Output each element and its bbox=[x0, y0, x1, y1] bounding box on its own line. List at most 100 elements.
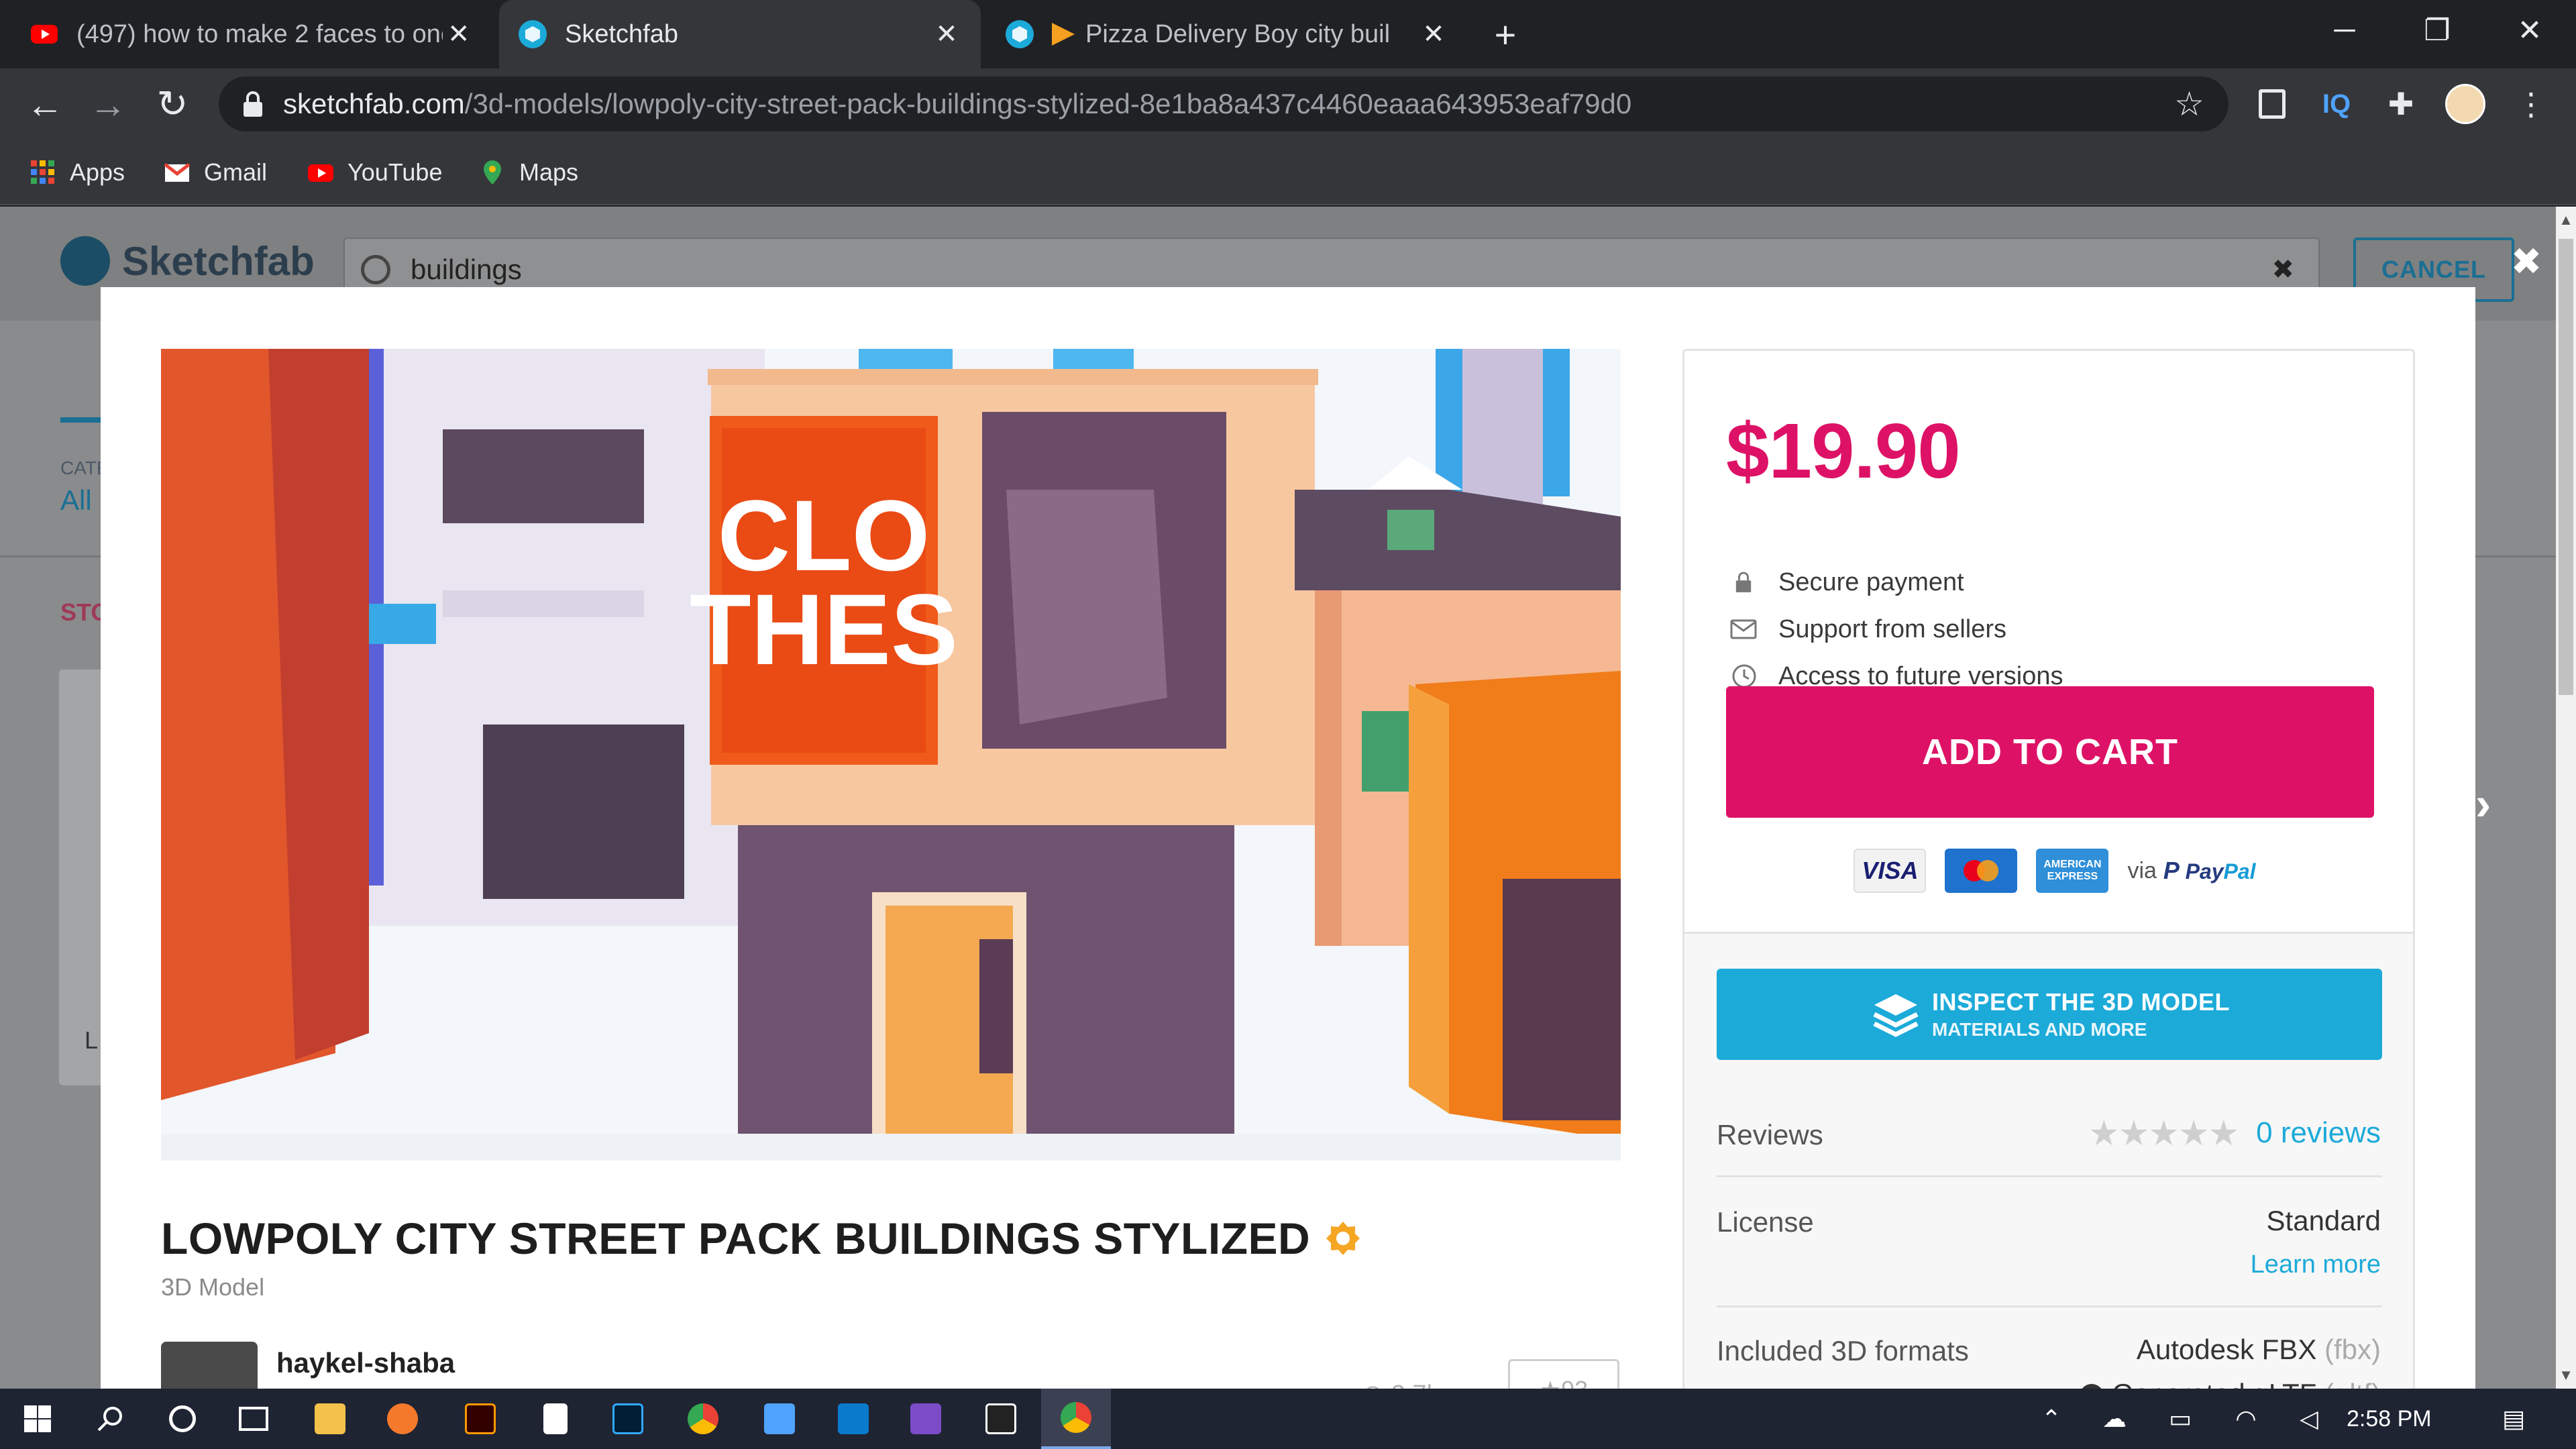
cortana-icon[interactable] bbox=[148, 1389, 217, 1449]
maps-icon bbox=[484, 160, 501, 184]
help-icon[interactable]: ? bbox=[2080, 1383, 2104, 1389]
result-card[interactable] bbox=[59, 669, 106, 1085]
clear-search-icon[interactable]: ✖ bbox=[2271, 254, 2294, 285]
tab-sketchfab[interactable]: Sketchfab ✕ bbox=[499, 0, 981, 68]
lock-icon bbox=[1729, 568, 1758, 597]
task-view-icon[interactable] bbox=[219, 1389, 288, 1449]
bookmark-youtube[interactable]: YouTube bbox=[307, 156, 442, 189]
views-count: ◉ 2.7k bbox=[1362, 1379, 1440, 1389]
formats-label: Included 3D formats bbox=[1717, 1335, 1969, 1366]
bookmark-gmail[interactable]: Gmail bbox=[164, 156, 267, 189]
pizza-emoji-icon bbox=[1052, 23, 1075, 46]
inspect-model-button[interactable]: INSPECT THE 3D MODEL MATERIALS AND MORE bbox=[1717, 969, 2382, 1060]
inspect-main-label: INSPECT THE 3D MODEL bbox=[1931, 988, 2231, 1016]
page-scrollbar[interactable]: ▲ ▼ bbox=[2556, 207, 2576, 1389]
format-name: Generated gLTF bbox=[2112, 1378, 2316, 1389]
model-title: LOWPOLY CITY STREET PACK BUILDINGS STYLI… bbox=[161, 1213, 1361, 1264]
feature-support: Support from sellers bbox=[1729, 612, 2006, 646]
category-value[interactable]: All bbox=[60, 484, 92, 517]
result-card-title: L bbox=[85, 1026, 99, 1054]
sketchfab-logo[interactable]: Sketchfab bbox=[60, 236, 315, 286]
add-to-cart-button[interactable]: ADD TO CART bbox=[1726, 686, 2374, 818]
youtube-icon bbox=[31, 25, 58, 44]
app-icon[interactable] bbox=[745, 1389, 814, 1449]
chrome-profile-icon[interactable] bbox=[1041, 1389, 1111, 1449]
reload-icon[interactable]: ↻ bbox=[146, 78, 199, 130]
likes-value: 93 bbox=[1561, 1376, 1588, 1389]
file-icon[interactable] bbox=[521, 1389, 590, 1449]
vscode-icon[interactable] bbox=[818, 1389, 888, 1449]
scroll-thumb[interactable] bbox=[2559, 239, 2573, 695]
windows-taskbar: ⌃ ☁ ▭ ◠ ◁ 2:58 PM ▤ bbox=[0, 1389, 2576, 1449]
scroll-up-arrow-icon[interactable]: ▲ bbox=[2556, 207, 2576, 233]
bookmark-label: Apps bbox=[70, 158, 125, 186]
menu-kebab-icon[interactable]: ⋮ bbox=[2510, 83, 2552, 125]
new-tab-button[interactable]: + bbox=[1472, 0, 1539, 68]
close-tab-icon[interactable]: ✕ bbox=[1417, 19, 1450, 50]
profile-avatar[interactable] bbox=[2445, 83, 2486, 125]
browser-toolbar: ← → ↻ sketchfab.com/3d-models/lowpoly-ci… bbox=[0, 68, 2576, 140]
browser-tab-bar: (497) how to make 2 faces to one ✕ Sketc… bbox=[0, 0, 2576, 68]
forward-arrow-icon[interactable]: → bbox=[82, 78, 134, 130]
like-button[interactable]: ★ 93 bbox=[1508, 1359, 1619, 1389]
bookmark-label: Maps bbox=[519, 158, 579, 186]
notifications-icon[interactable]: ▤ bbox=[2490, 1389, 2537, 1449]
paypal-icon: P PayPal bbox=[2163, 857, 2256, 884]
windows-start-icon[interactable] bbox=[3, 1389, 72, 1449]
tampermonkey-icon[interactable] bbox=[2251, 83, 2293, 125]
reviews-link[interactable]: 0 reviews bbox=[2256, 1116, 2381, 1150]
author-avatar[interactable] bbox=[161, 1342, 258, 1389]
chrome-icon[interactable] bbox=[668, 1389, 738, 1449]
bookmark-star-icon[interactable]: ☆ bbox=[2174, 85, 2204, 123]
iq-icon[interactable]: IQ bbox=[2316, 83, 2357, 125]
file-explorer-icon[interactable] bbox=[295, 1389, 365, 1449]
tab-pizza-delivery[interactable]: Pizza Delivery Boy city buil ✕ bbox=[986, 0, 1468, 68]
close-window-button[interactable]: ✕ bbox=[2486, 0, 2573, 60]
amex-icon: AMERICAN EXPRESS bbox=[2036, 849, 2109, 893]
extensions-puzzle-icon[interactable]: ✚ bbox=[2380, 83, 2422, 125]
via-label: via bbox=[2127, 857, 2157, 883]
bookmark-maps[interactable]: Maps bbox=[479, 156, 578, 189]
bookmark-label: YouTube bbox=[347, 158, 443, 186]
envelope-icon bbox=[1729, 614, 1758, 644]
bookmark-label: Gmail bbox=[204, 158, 268, 186]
minimize-button[interactable]: ─ bbox=[2301, 0, 2388, 60]
next-arrow-icon[interactable]: › bbox=[2475, 777, 2491, 830]
close-tab-icon[interactable]: ✕ bbox=[443, 19, 475, 50]
scroll-down-arrow-icon[interactable]: ▼ bbox=[2556, 1362, 2576, 1389]
battery-icon[interactable]: ▭ bbox=[2160, 1389, 2200, 1449]
author-name[interactable]: haykel-shaba bbox=[276, 1347, 455, 1379]
back-arrow-icon[interactable]: ← bbox=[19, 78, 71, 130]
search-icon[interactable] bbox=[75, 1389, 145, 1449]
close-modal-icon[interactable]: ✖ bbox=[2506, 240, 2546, 282]
address-bar[interactable]: sketchfab.com/3d-models/lowpoly-city-str… bbox=[219, 76, 2229, 131]
search-input[interactable]: buildings bbox=[411, 254, 522, 286]
model-title-text: LOWPOLY CITY STREET PACK BUILDINGS STYLI… bbox=[161, 1214, 1311, 1263]
bookmark-apps[interactable]: Apps bbox=[30, 156, 125, 189]
tab-youtube[interactable]: (497) how to make 2 faces to one ✕ bbox=[11, 0, 492, 68]
feature-secure-payment: Secure payment bbox=[1729, 566, 1964, 599]
rating-stars: ★★★★★ bbox=[2088, 1114, 2239, 1153]
eye-icon: ◉ bbox=[1362, 1381, 1391, 1389]
visual-studio-icon[interactable] bbox=[891, 1389, 961, 1449]
views-value: 2.7k bbox=[1391, 1381, 1440, 1389]
format-ext: (fbx) bbox=[2324, 1334, 2381, 1365]
license-value: Standard bbox=[2266, 1205, 2381, 1236]
volume-icon[interactable]: ◁ bbox=[2289, 1389, 2329, 1449]
photoshop-icon[interactable] bbox=[593, 1389, 663, 1449]
onedrive-icon[interactable]: ☁ bbox=[2094, 1389, 2135, 1449]
maximize-button[interactable]: ❐ bbox=[2394, 0, 2481, 60]
tab-title: (497) how to make 2 faces to one bbox=[76, 19, 443, 48]
blender-icon[interactable] bbox=[368, 1389, 437, 1449]
model-viewer[interactable]: CLO THES bbox=[161, 349, 1621, 1161]
divider bbox=[1717, 1305, 2382, 1307]
learn-more-link[interactable]: Learn more bbox=[2251, 1250, 2381, 1279]
close-tab-icon[interactable]: ✕ bbox=[930, 19, 963, 50]
sign-text: THES bbox=[690, 573, 958, 686]
tray-chevron-icon[interactable]: ⌃ bbox=[2031, 1389, 2072, 1449]
wifi-icon[interactable]: ◠ bbox=[2226, 1389, 2266, 1449]
sketchfab-icon bbox=[519, 20, 547, 48]
illustrator-icon[interactable] bbox=[445, 1389, 515, 1449]
taskbar-clock[interactable]: 2:58 PM bbox=[2347, 1389, 2432, 1449]
unity-icon[interactable] bbox=[966, 1389, 1036, 1449]
